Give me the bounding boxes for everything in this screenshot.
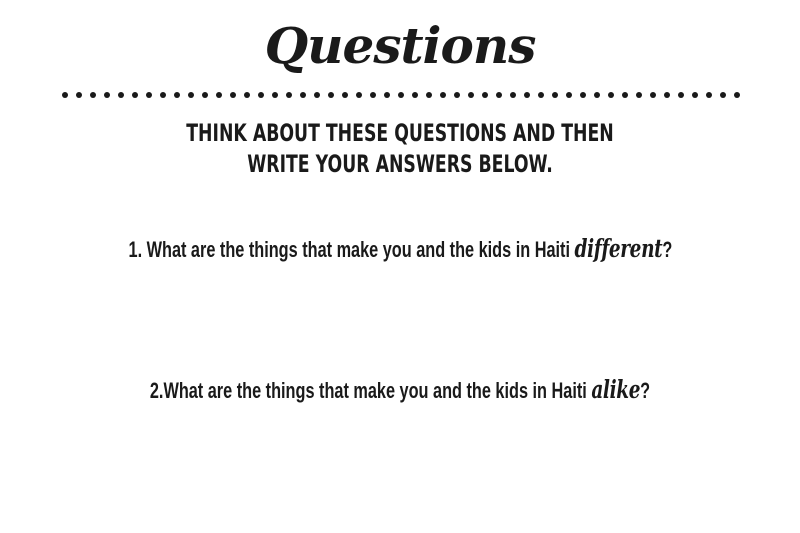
divider-dot bbox=[524, 92, 530, 98]
divider-dot bbox=[664, 92, 670, 98]
divider-dot bbox=[132, 92, 138, 98]
divider-dot bbox=[468, 92, 474, 98]
divider-dot bbox=[202, 92, 208, 98]
divider-dot bbox=[356, 92, 362, 98]
divider-dot bbox=[272, 92, 278, 98]
question-1-suffix: ? bbox=[661, 237, 672, 262]
divider-dot bbox=[370, 92, 376, 98]
page-title: Questions bbox=[264, 16, 537, 75]
divider-dot bbox=[314, 92, 320, 98]
dotted-divider bbox=[62, 90, 740, 100]
divider-dot bbox=[734, 92, 740, 98]
divider-dot bbox=[608, 92, 614, 98]
worksheet-page: Questions THINK ABOUT THESE QUESTIONS AN… bbox=[0, 0, 800, 533]
divider-dot bbox=[720, 92, 726, 98]
divider-dot bbox=[412, 92, 418, 98]
divider-dot bbox=[622, 92, 628, 98]
divider-dot bbox=[594, 92, 600, 98]
divider-dot bbox=[76, 92, 82, 98]
question-2-emphasis: alike bbox=[591, 375, 641, 404]
instructions-line-2: WRITE YOUR ANSWERS BELOW. bbox=[247, 150, 553, 178]
instructions-line-1: THINK ABOUT THESE QUESTIONS AND THEN bbox=[186, 119, 614, 147]
divider-dot bbox=[230, 92, 236, 98]
divider-dot bbox=[398, 92, 404, 98]
divider-dot bbox=[118, 92, 124, 98]
divider-dot bbox=[510, 92, 516, 98]
divider-dot bbox=[566, 92, 572, 98]
divider-dot bbox=[146, 92, 152, 98]
divider-dot bbox=[174, 92, 180, 98]
question-1: 1. What are the things that make you and… bbox=[0, 234, 800, 265]
question-2-suffix: ? bbox=[640, 378, 651, 403]
question-2-text: 2.What are the things that make you and … bbox=[149, 378, 592, 403]
divider-dot bbox=[244, 92, 250, 98]
question-2: 2.What are the things that make you and … bbox=[0, 375, 800, 406]
divider-dot bbox=[552, 92, 558, 98]
divider-dot bbox=[496, 92, 502, 98]
divider-dot bbox=[692, 92, 698, 98]
divider-dot bbox=[384, 92, 390, 98]
divider-dot bbox=[328, 92, 334, 98]
divider-dot bbox=[258, 92, 264, 98]
divider-dot bbox=[286, 92, 292, 98]
question-1-text: 1. What are the things that make you and… bbox=[128, 237, 575, 262]
divider-dot bbox=[482, 92, 488, 98]
divider-dot bbox=[538, 92, 544, 98]
divider-dot bbox=[90, 92, 96, 98]
divider-dot bbox=[188, 92, 194, 98]
divider-dot bbox=[342, 92, 348, 98]
divider-dot bbox=[160, 92, 166, 98]
divider-dot bbox=[300, 92, 306, 98]
instructions-heading: THINK ABOUT THESE QUESTIONS AND THEN WRI… bbox=[112, 118, 688, 180]
divider-dot bbox=[454, 92, 460, 98]
divider-dot bbox=[636, 92, 642, 98]
divider-dot bbox=[104, 92, 110, 98]
divider-dot bbox=[440, 92, 446, 98]
divider-dot bbox=[580, 92, 586, 98]
divider-dot bbox=[650, 92, 656, 98]
divider-dot bbox=[216, 92, 222, 98]
divider-dot bbox=[678, 92, 684, 98]
divider-dot bbox=[706, 92, 712, 98]
divider-dot bbox=[62, 92, 68, 98]
question-1-emphasis: different bbox=[574, 234, 662, 263]
divider-dot bbox=[426, 92, 432, 98]
